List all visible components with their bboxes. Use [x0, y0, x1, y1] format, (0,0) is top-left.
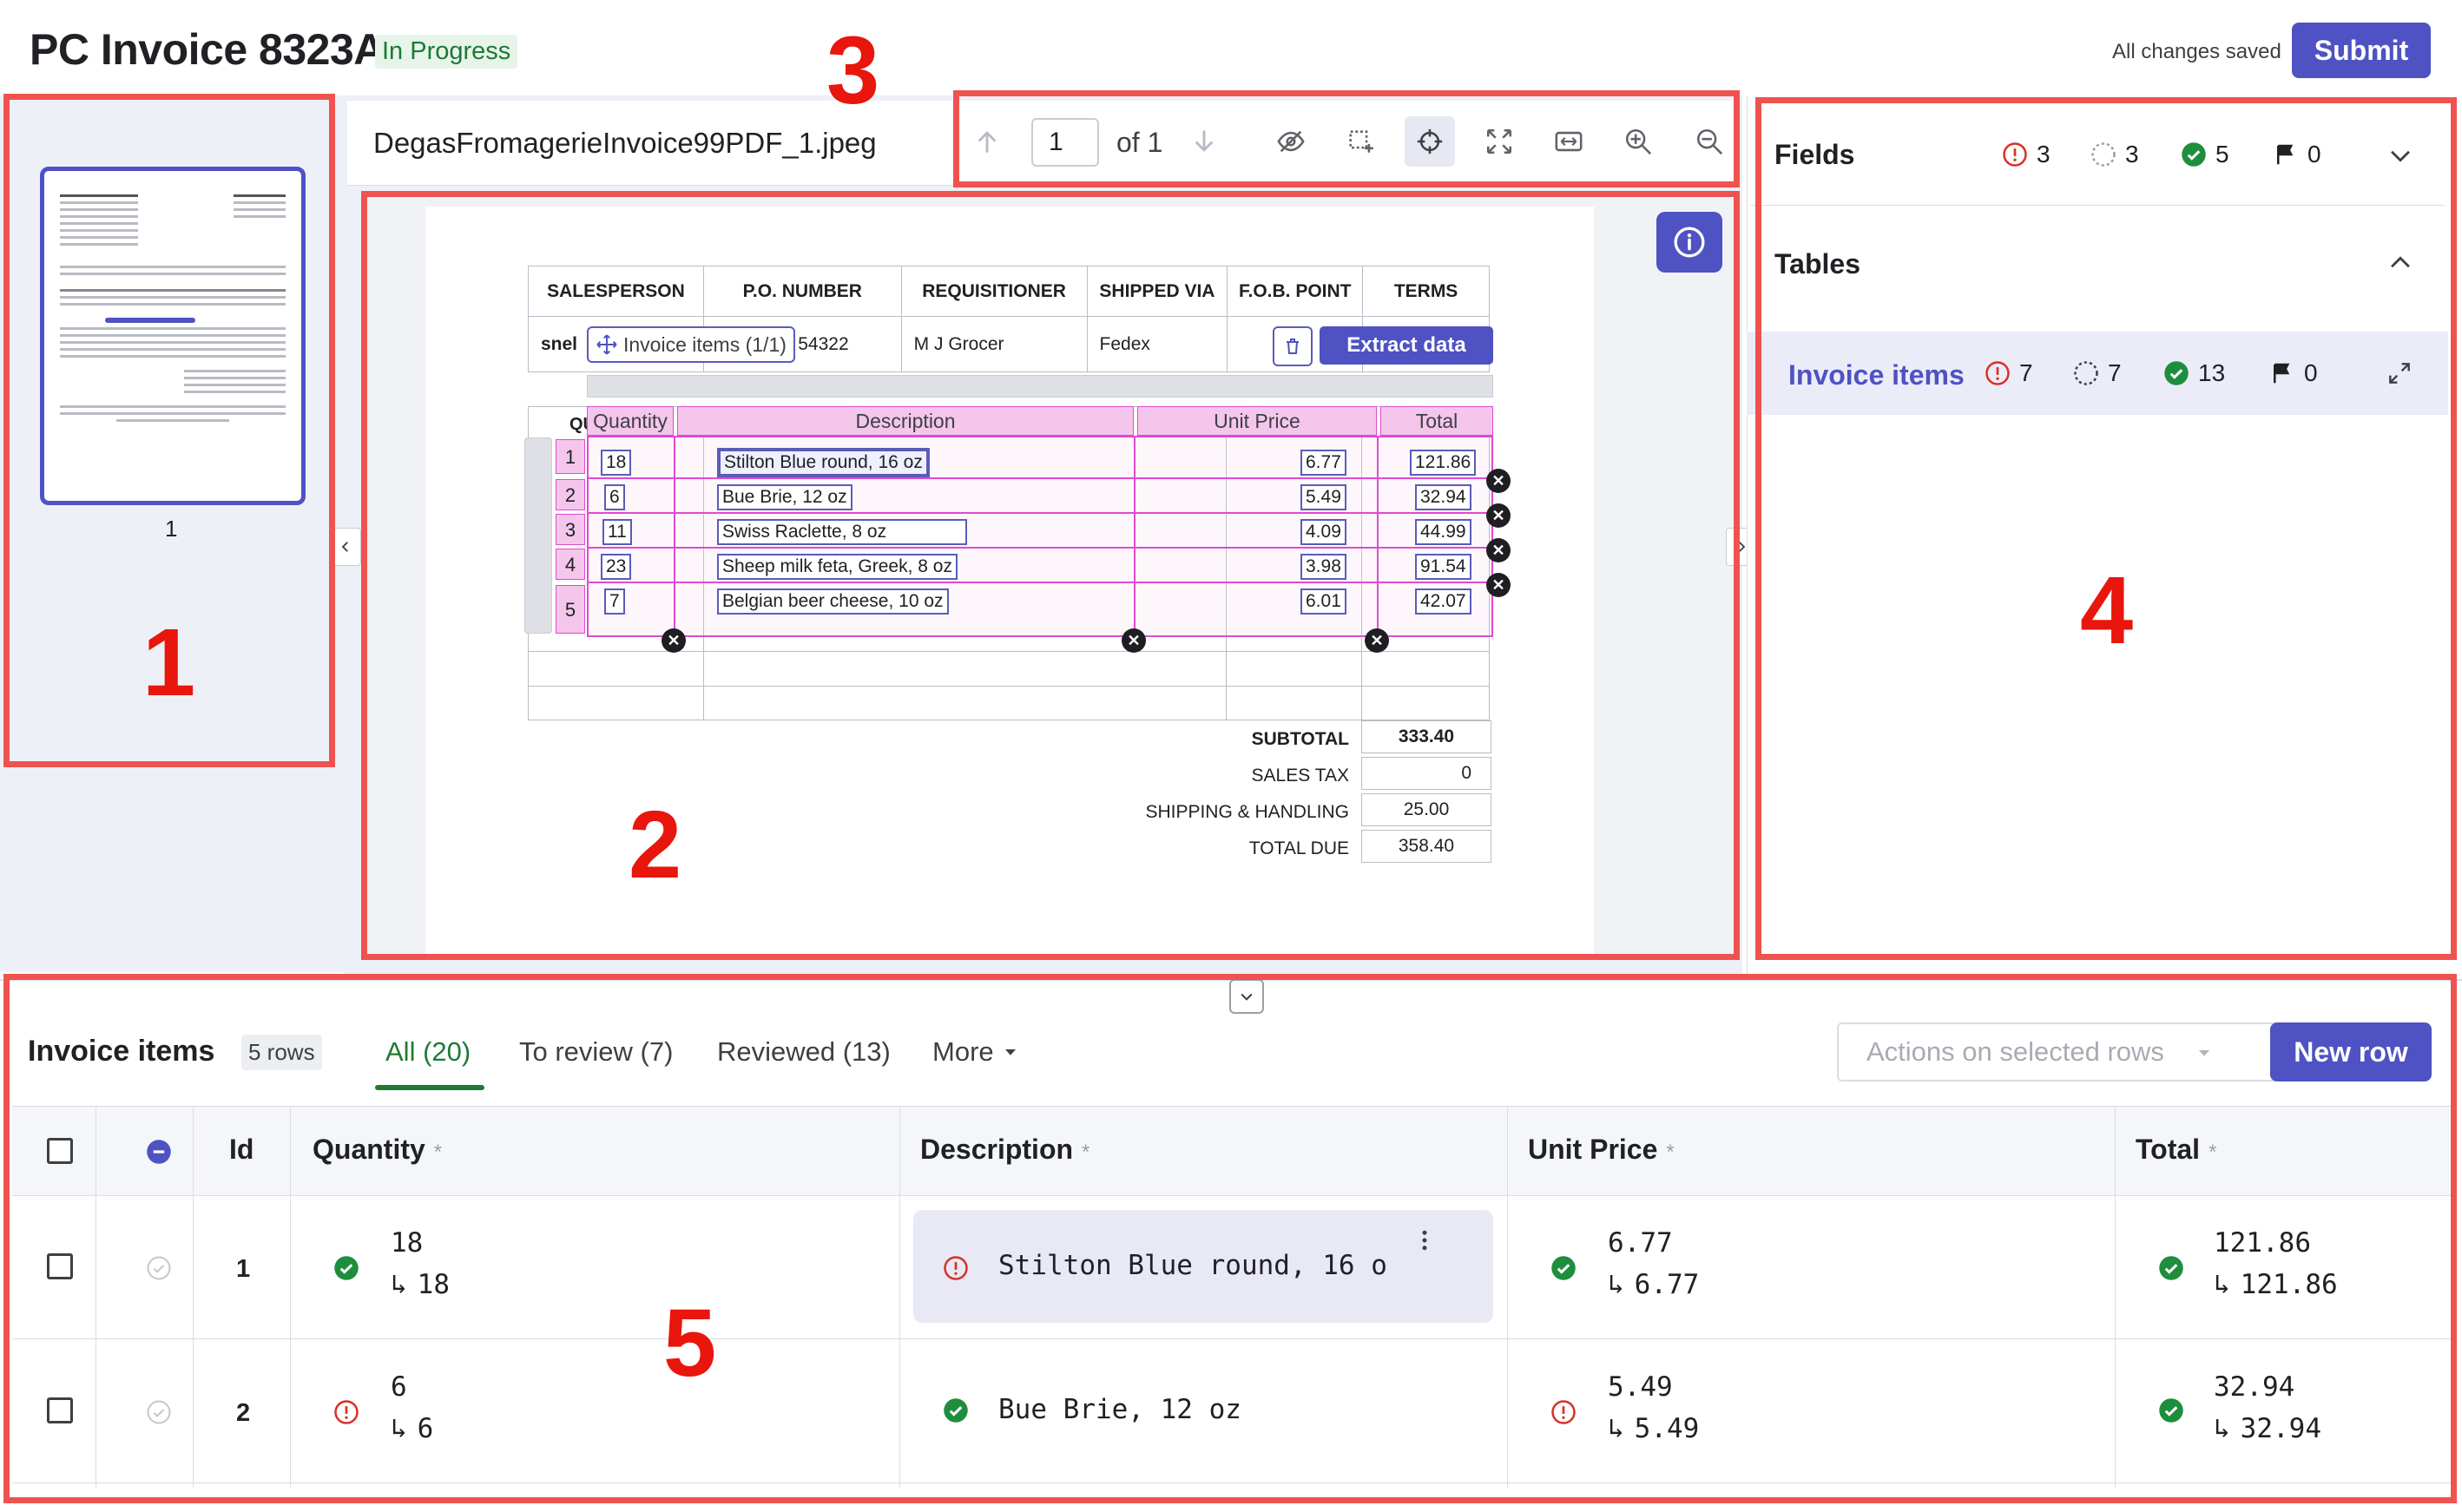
- annotation-number-4: 4: [2080, 557, 2134, 664]
- annotation-number-3: 3: [826, 17, 880, 124]
- file-name: DegasFromagerieInvoice99PDF_1.jpeg: [373, 127, 877, 159]
- page-title: PC Invoice 8323A: [30, 25, 385, 74]
- annotation-box-2: [361, 191, 1740, 960]
- submit-button[interactable]: Submit: [2292, 23, 2431, 78]
- annotation-number-1: 1: [142, 609, 196, 716]
- annotation-box-3: [953, 90, 1740, 187]
- annotation-number-5: 5: [663, 1290, 717, 1397]
- annotation-box-4: [1755, 97, 2457, 960]
- annotation-box-5: [3, 974, 2457, 1503]
- status-badge: In Progress: [375, 35, 518, 69]
- annotation-number-2: 2: [629, 792, 682, 898]
- save-status: All changes saved: [2112, 40, 2281, 63]
